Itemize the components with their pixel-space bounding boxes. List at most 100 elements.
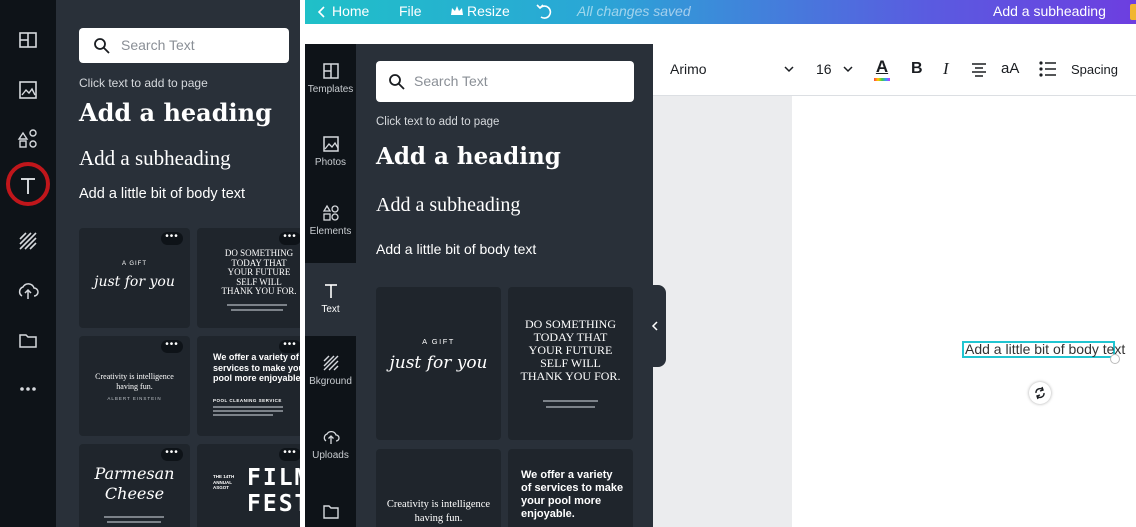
quote-line: THANK YOU FOR. (221, 286, 297, 296)
template-card-quote[interactable]: ••• DO SOMETHING TODAY THAT YOUR FUTURE … (197, 228, 305, 328)
background-icon[interactable] (13, 226, 43, 256)
sidebar-item-background[interactable]: Bkground (305, 354, 356, 387)
upgrade-badge[interactable] (1130, 4, 1136, 20)
chevron-left-icon (317, 6, 325, 18)
film-small-text: THE 14TH ANNUAL ASGOT (213, 474, 234, 491)
collapse-panel-button[interactable] (644, 285, 666, 367)
quote-text: DO SOMETHING TODAY THAT YOUR FUTURE SELF… (508, 318, 633, 383)
chevron-down-icon[interactable] (843, 66, 853, 73)
photos-icon[interactable] (13, 75, 43, 105)
creativity-author: ALBERT EINSTEIN (107, 396, 162, 401)
parmesan-fine-print (104, 516, 164, 518)
card-more-button[interactable]: ••• (161, 448, 183, 461)
color-strip (874, 78, 890, 81)
left-add-body-text[interactable]: Add a little bit of body text (79, 186, 245, 202)
sidebar-item-folders[interactable] (305, 502, 356, 524)
align-center-icon[interactable] (971, 61, 987, 77)
spacing-button[interactable]: Spacing (1071, 62, 1118, 77)
more-apps-icon[interactable] (13, 374, 43, 404)
template-card-film-fest[interactable]: ••• THE 14TH ANNUAL ASGOT FILM FEST (197, 444, 305, 527)
selected-text-box[interactable]: Add a little bit of body text (962, 341, 1125, 358)
folder-icon[interactable] (13, 325, 43, 355)
text-toolbar: Arimo 16 A B I aA Spacing (653, 44, 1136, 96)
sidebar-item-text[interactable]: Text (305, 282, 356, 315)
templates-icon[interactable] (13, 25, 43, 55)
search-placeholder: Search Text (414, 73, 488, 89)
film-word: FILM (247, 465, 305, 491)
save-status: All changes saved (577, 3, 691, 19)
elements-icon[interactable] (13, 125, 43, 155)
sidebar-item-label: Uploads (312, 450, 349, 461)
uploads-icon[interactable] (13, 276, 43, 306)
card-more-button[interactable]: ••• (279, 232, 301, 245)
template-card-creativity[interactable]: ••• Creativity is intelligence having fu… (79, 336, 190, 436)
template-card-creativity[interactable]: Creativity is intelligence having fun. (376, 449, 501, 527)
sidebar-item-label: Templates (307, 84, 354, 95)
left-add-subheading[interactable]: Add a subheading (79, 146, 231, 171)
search-icon (94, 38, 110, 54)
text-color-button[interactable]: A (874, 57, 890, 83)
sidebar-item-label: Photos (314, 157, 347, 168)
gift-small-text: A GIFT (422, 337, 455, 346)
screenshot-stage: Search Text Click text to add to page Ad… (0, 0, 1136, 527)
design-page[interactable] (792, 96, 1136, 527)
bold-button[interactable]: B (911, 60, 923, 78)
font-size-select[interactable]: 16 (816, 61, 832, 77)
parmesan-fine-print (107, 521, 161, 523)
sidebar-item-elements[interactable]: Elements (305, 204, 356, 237)
list-icon[interactable] (1039, 60, 1057, 77)
template-card-parmesan[interactable]: ••• Parmesan Cheese (79, 444, 190, 527)
chevron-left-icon (651, 321, 658, 331)
sidebar-item-photos[interactable]: Photos (305, 135, 356, 168)
fest-word: FEST (247, 491, 305, 517)
sidebar-item-templates[interactable]: Templates (305, 62, 356, 95)
quote-text: DO SOMETHING TODAY THAT YOUR FUTURE SELF… (209, 248, 305, 297)
card-more-button[interactable]: ••• (161, 340, 183, 353)
file-menu[interactable]: File (399, 3, 422, 19)
folder-icon (322, 505, 339, 519)
background-icon (323, 355, 338, 371)
add-body-text-button[interactable]: Add a little bit of body text (376, 241, 536, 257)
template-card-services[interactable]: We offer a variety of services to make y… (508, 449, 633, 527)
text-icon[interactable] (13, 171, 43, 201)
left-add-heading[interactable]: Add a heading (79, 98, 272, 127)
rotate-button[interactable] (1029, 382, 1051, 404)
left-search-input[interactable]: Search Text (79, 28, 289, 63)
resize-handle[interactable] (1110, 354, 1120, 364)
services-line: your pool more (521, 495, 602, 507)
services-sub: POOL CLEANING SERVICE (213, 398, 282, 403)
services-fine-print (213, 410, 283, 412)
resize-button[interactable]: Resize (467, 3, 510, 19)
left-hint: Click text to add to page (79, 76, 208, 90)
template-card-gift[interactable]: ••• A GIFT just for you (79, 228, 190, 328)
creativity-line-1: Creativity is intelligence (386, 499, 491, 510)
sidebar-item-label: Text (321, 304, 340, 315)
search-input[interactable]: Search Text (376, 61, 634, 102)
search-icon (389, 74, 405, 90)
template-card-gift[interactable]: A GIFT just for you (376, 287, 501, 440)
film-small-line: ASGOT (213, 485, 230, 490)
sidebar: Templates Photos Elements Text Bkground … (305, 44, 356, 527)
left-icon-rail (0, 0, 56, 527)
quote-fine-print (543, 400, 598, 402)
sidebar-item-uploads[interactable]: Uploads (305, 428, 356, 461)
italic-button[interactable]: I (943, 59, 949, 79)
parmesan-line-2: Cheese (104, 484, 165, 503)
add-heading-button[interactable]: Add a heading (376, 143, 561, 170)
card-more-button[interactable]: ••• (161, 232, 183, 245)
undo-icon[interactable] (535, 3, 553, 19)
home-link[interactable]: Home (332, 3, 369, 19)
template-card-quote[interactable]: DO SOMETHING TODAY THAT YOUR FUTURE SELF… (508, 287, 633, 440)
quote-fine-print (231, 309, 283, 311)
add-subheading-button[interactable]: Add a subheading (376, 194, 520, 217)
card-more-button[interactable]: ••• (279, 448, 301, 461)
services-fine-print (213, 414, 273, 416)
hint-text: Click text to add to page (376, 116, 500, 128)
chevron-down-icon[interactable] (784, 66, 794, 73)
design-title[interactable]: Add a subheading (993, 3, 1106, 19)
services-line: We offer a variety (521, 469, 613, 481)
letter-case-button[interactable]: aA (1001, 60, 1019, 77)
template-card-services[interactable]: ••• We offer a variety of services to ma… (197, 336, 305, 436)
font-family-select[interactable]: Arimo (670, 61, 707, 77)
services-fine-print (213, 406, 283, 408)
